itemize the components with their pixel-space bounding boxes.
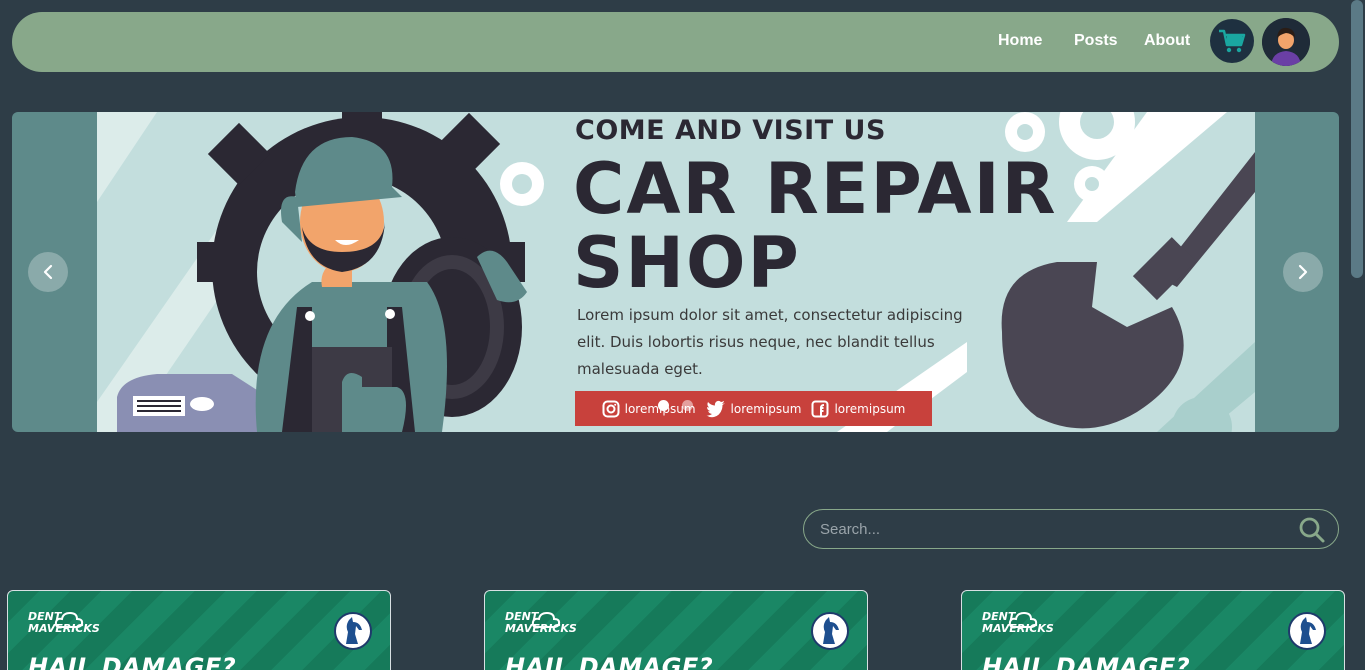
twitter-icon — [706, 400, 725, 417]
cloud-icon — [1008, 611, 1038, 628]
banner-kicker: COME AND VISIT US — [575, 115, 886, 146]
post-card[interactable]: DENT MAVERICKS HAIL DAMAGE? — [484, 590, 868, 670]
shopping-cart-icon — [1219, 29, 1246, 53]
scrollbar-thumb[interactable] — [1351, 0, 1363, 278]
search-icon[interactable] — [1298, 516, 1326, 544]
instagram-icon — [602, 400, 620, 417]
social-facebook-label: loremipsum — [834, 401, 906, 416]
nav-link-about[interactable]: About — [1144, 32, 1190, 50]
user-avatar[interactable] — [1262, 18, 1310, 66]
user-avatar-icon — [1262, 18, 1310, 66]
post-card[interactable]: DENT MAVERICKS HAIL DAMAGE? — [961, 590, 1345, 670]
chevron-left-icon — [43, 264, 53, 280]
nav-link-posts[interactable]: Posts — [1074, 32, 1118, 50]
horse-head-icon — [1300, 617, 1316, 644]
search-bar — [803, 509, 1339, 549]
horse-head-icon — [346, 617, 362, 644]
banner-title-line1: CAR REPAIR — [573, 148, 1058, 230]
hero-carousel: COME AND VISIT US CAR REPAIR SHOP Lorem … — [12, 112, 1339, 432]
social-twitter[interactable]: loremipsum — [706, 400, 802, 418]
card-title: HAIL DAMAGE? — [28, 653, 237, 670]
post-card[interactable]: DENT MAVERICKS HAIL DAMAGE? — [7, 590, 391, 670]
carousel-prev-button[interactable] — [28, 252, 68, 292]
banner-slide: COME AND VISIT US CAR REPAIR SHOP Lorem … — [97, 112, 1255, 432]
social-bar: loremipsum loremipsum loremipsum — [575, 391, 932, 426]
social-instagram[interactable]: loremipsum — [602, 400, 696, 418]
banner-title: CAR REPAIR SHOP — [573, 152, 1058, 300]
nav-link-home[interactable]: Home — [998, 32, 1042, 50]
cloud-icon — [531, 611, 561, 628]
team-badge — [1288, 612, 1326, 650]
cart-button[interactable] — [1210, 19, 1254, 63]
navbar: Home Posts About — [12, 12, 1339, 72]
facebook-icon — [811, 400, 829, 417]
search-input[interactable] — [820, 510, 1280, 548]
carousel-next-button[interactable] — [1283, 252, 1323, 292]
social-facebook[interactable]: loremipsum — [811, 400, 905, 418]
carousel-dot-2[interactable] — [682, 400, 693, 411]
team-badge — [334, 612, 372, 650]
social-twitter-label: loremipsum — [730, 401, 802, 416]
banner-description: Lorem ipsum dolor sit amet, consectetur … — [577, 306, 963, 378]
banner-title-line2: SHOP — [573, 222, 801, 304]
carousel-dot-1[interactable] — [658, 400, 669, 411]
card-title: HAIL DAMAGE? — [505, 653, 714, 670]
cloud-icon — [54, 611, 84, 628]
horse-head-icon — [823, 617, 839, 644]
card-title: HAIL DAMAGE? — [982, 653, 1191, 670]
team-badge — [811, 612, 849, 650]
chevron-right-icon — [1298, 264, 1308, 280]
